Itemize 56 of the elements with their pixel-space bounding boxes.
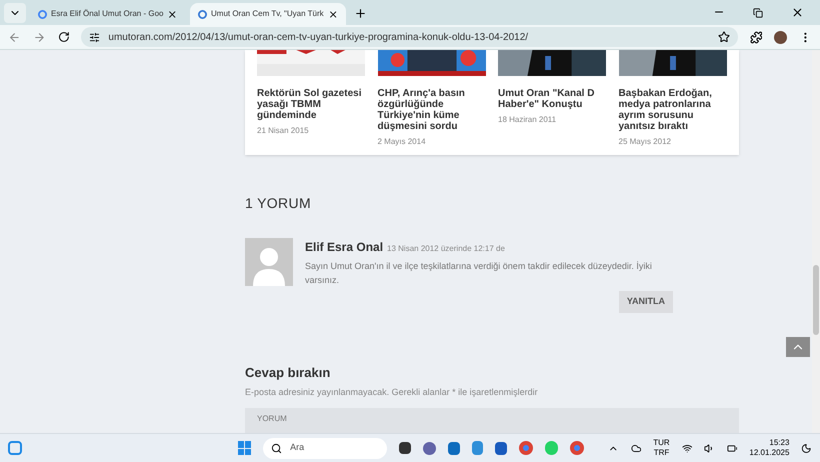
- battery-icon[interactable]: [726, 442, 738, 454]
- post-date: 21 Nisan 2015: [257, 125, 310, 137]
- post-title[interactable]: Umut Oran "Kanal D Haber'e" Konuştu: [498, 88, 608, 110]
- clock-time[interactable]: 15:23: [769, 438, 790, 448]
- forward-icon[interactable]: [32, 30, 46, 44]
- app-icon[interactable]: [398, 442, 412, 454]
- taskbar-search-field[interactable]: Ara: [263, 438, 387, 458]
- wifi-icon[interactable]: [682, 442, 692, 454]
- tab-title: Umut Oran Cem Tv, "Uyan Türk: [211, 8, 324, 20]
- tab-title: Esra Elif Önal Umut Oran - Goo: [51, 8, 164, 20]
- widgets-icon[interactable]: [8, 441, 22, 455]
- keyboard-layout[interactable]: TRF: [654, 448, 670, 458]
- reload-icon[interactable]: [58, 31, 70, 43]
- site-icon: [198, 10, 207, 18]
- url-text: umutoran.com/2012/04/13/umut-oran-cem-tv-uyan-turkiye-programina-konuk-oldu-13-04-2012/: [108, 30, 530, 44]
- tab-search-button[interactable]: [4, 3, 26, 23]
- post-date: 25 Mayıs 2012: [618, 136, 672, 148]
- volume-icon[interactable]: [704, 442, 715, 454]
- reply-title: Cevap bırakın: [245, 364, 332, 382]
- comment-author: Elif Esra Onal: [305, 239, 384, 256]
- browser-tab[interactable]: Esra Elif Önal Umut Oran - Goo: [30, 3, 186, 25]
- close-icon[interactable]: [328, 8, 338, 20]
- address-bar[interactable]: umutoran.com/2012/04/13/umut-oran-cem-tv-uyan-turkiye-programina-konuk-oldu-13-04-2012/: [81, 27, 738, 47]
- profile-avatar[interactable]: [774, 30, 788, 44]
- reply-note: E-posta adresiniz yayınlanmayacak. Gerekli alanlar * ile işaretlenmişlerdir: [245, 386, 539, 399]
- restore-icon[interactable]: [753, 8, 763, 18]
- bookmark-icon[interactable]: [718, 31, 730, 43]
- app-icon[interactable]: [494, 442, 508, 454]
- cloud-icon[interactable]: [630, 442, 642, 454]
- comment-text: Sayın Umut Oran'ın il ve ilçe teşkilatlarına verdiği önem takdir edilecek düzeydedir. İyiki varsınız.: [305, 260, 653, 287]
- search-icon: [271, 442, 282, 454]
- post-title[interactable]: Başbakan Erdoğan, medya patronlarına ayrım sorusunu yanıtsız bıraktı: [618, 88, 728, 132]
- extensions-icon[interactable]: [750, 30, 762, 44]
- avatar-placeholder: [245, 238, 293, 286]
- comments-heading: 1 YORUM: [245, 194, 312, 213]
- post-date: 2 Mayıs 2014: [378, 136, 427, 148]
- start-icon[interactable]: [238, 441, 252, 455]
- language-code[interactable]: TUR: [653, 438, 670, 448]
- search-placeholder: Ara: [290, 441, 304, 454]
- close-icon[interactable]: [791, 6, 804, 19]
- new-tab-icon[interactable]: [354, 7, 367, 20]
- moon-icon[interactable]: [801, 442, 812, 454]
- reply-button[interactable]: YANITLA: [618, 291, 673, 313]
- app-icon[interactable]: [448, 442, 460, 454]
- post-date: 18 Haziran 2011: [498, 114, 558, 126]
- site-info-icon[interactable]: [89, 32, 100, 42]
- chrome-icon[interactable]: [519, 441, 533, 455]
- chrome-icon[interactable]: [570, 441, 584, 455]
- post-title[interactable]: CHP, Arınç'a basın özgürlüğünde Türkiye'nin küme düşmesini sordu: [378, 88, 488, 132]
- post-title[interactable]: Rektörün Sol gazetesi yasağı TBMM gündeminde: [257, 88, 367, 121]
- clock-date[interactable]: 12.01.2025: [749, 448, 790, 458]
- comment-meta: 13 Nisan 2012 üzerinde 12:17 de: [387, 243, 505, 255]
- app-icon[interactable]: [423, 442, 436, 454]
- close-icon[interactable]: [167, 8, 178, 20]
- browser-tab[interactable]: Umut Oran Cem Tv, "Uyan Türk: [190, 3, 346, 25]
- back-icon[interactable]: [8, 30, 21, 44]
